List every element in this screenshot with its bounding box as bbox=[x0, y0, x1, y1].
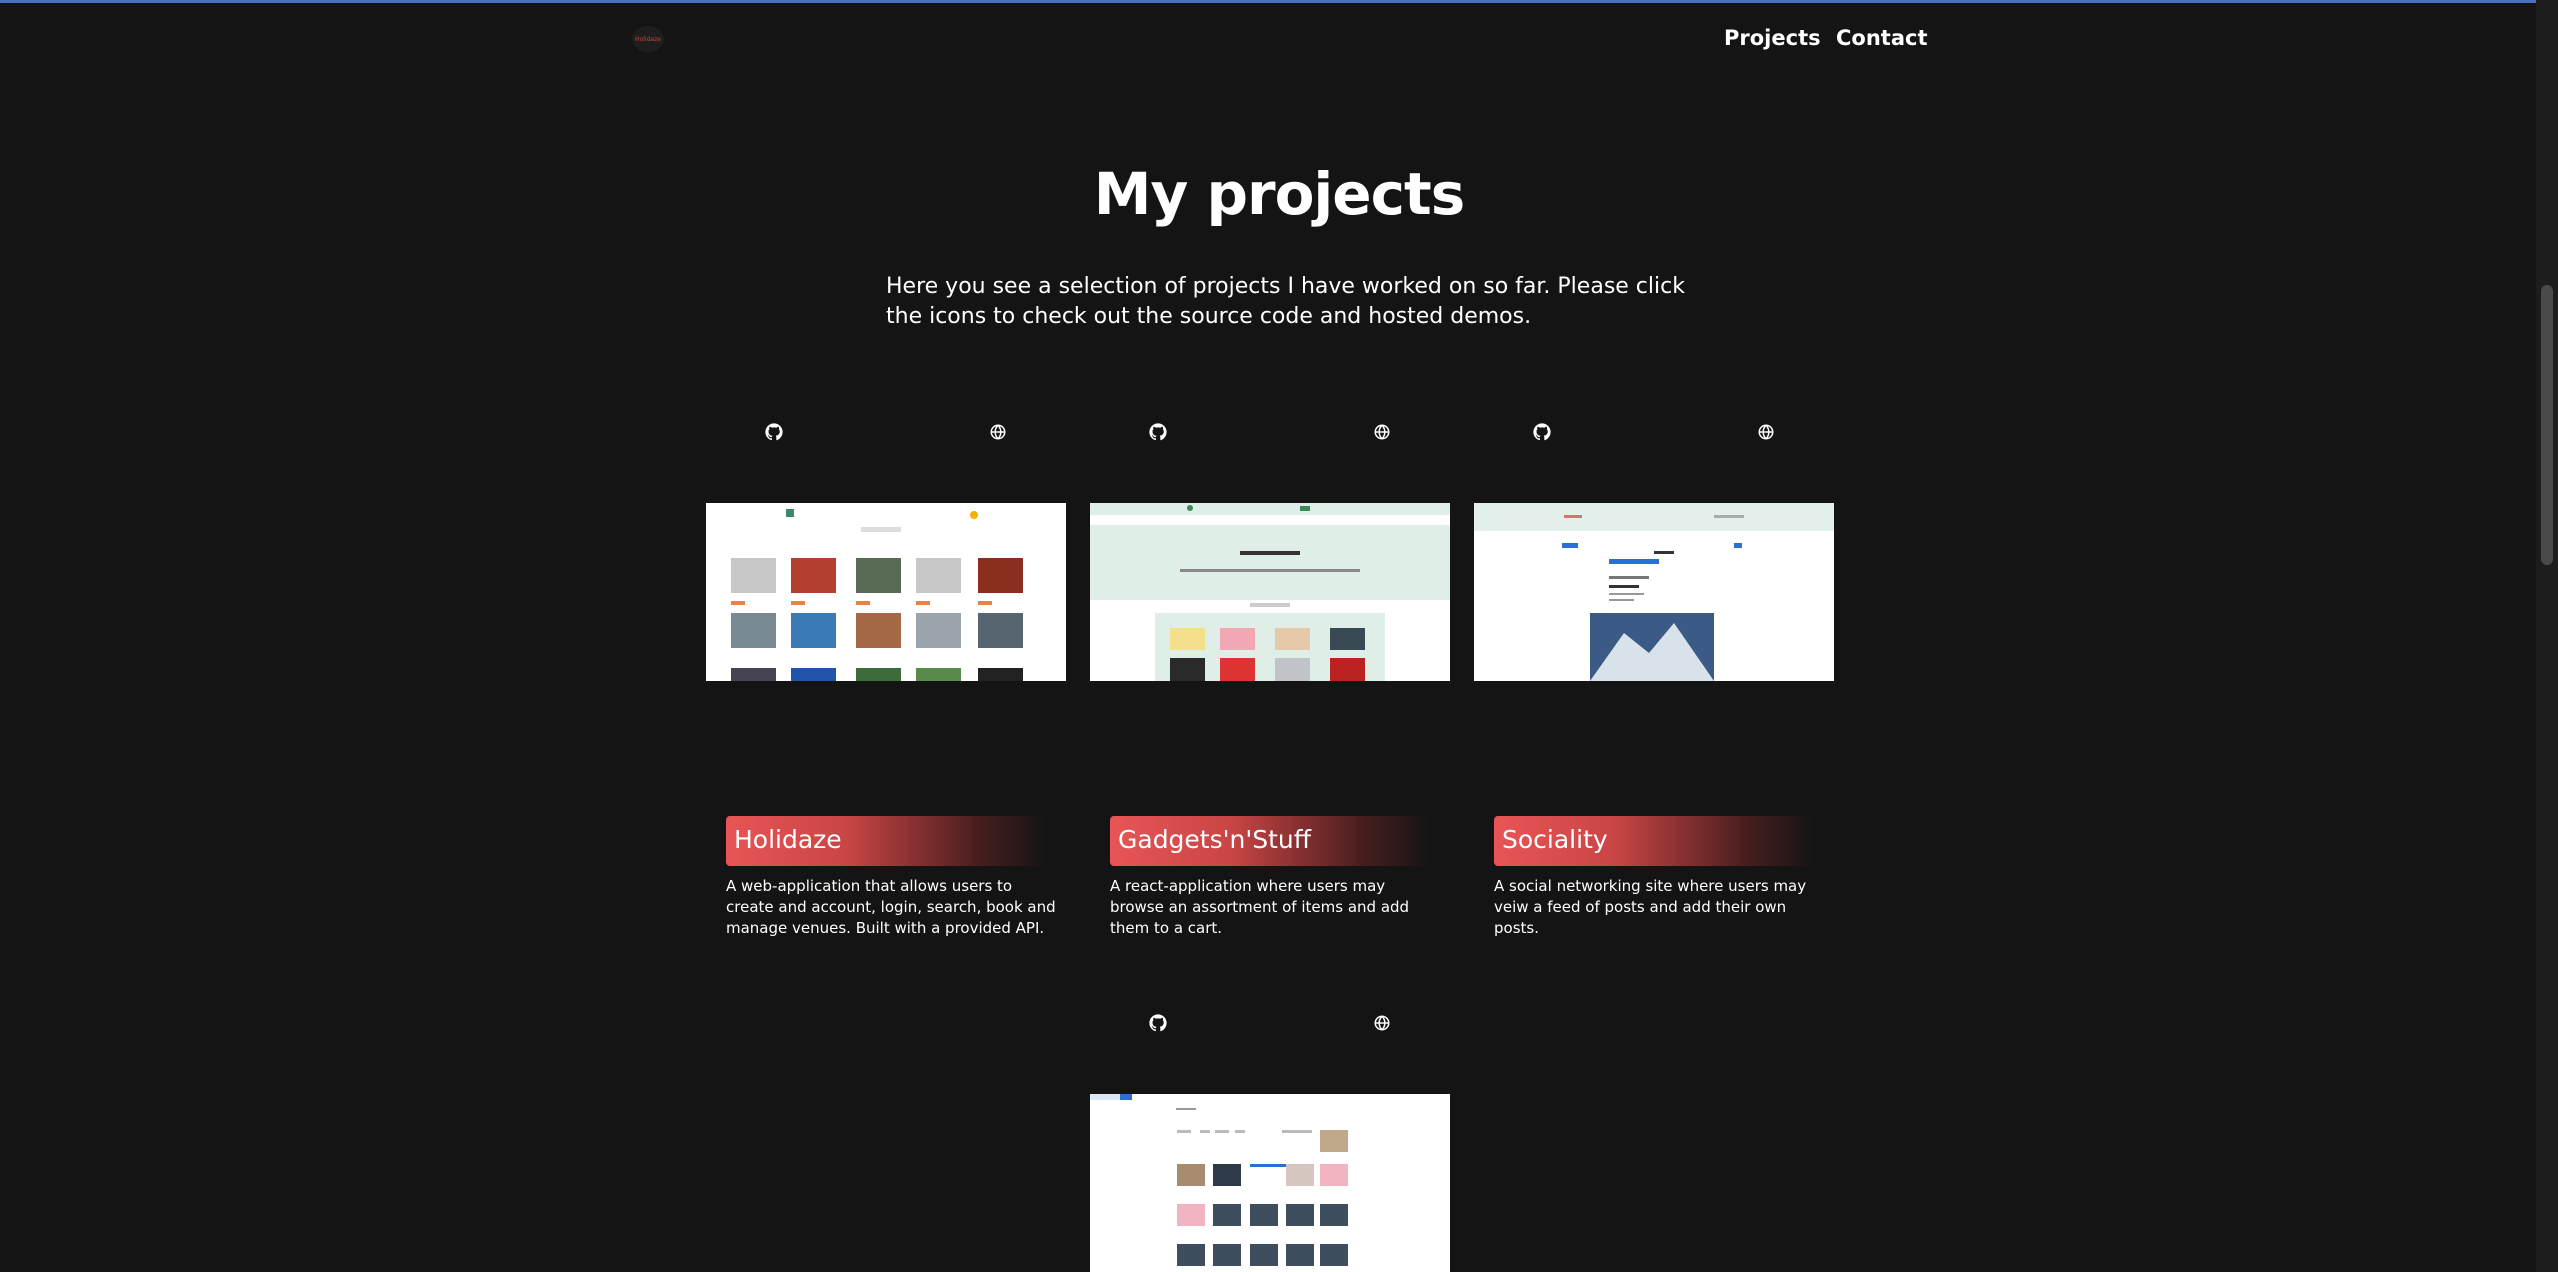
globe-icon[interactable] bbox=[1373, 423, 1391, 441]
project-title-text: Sociality bbox=[1502, 825, 1608, 854]
project-title-sociality: Sociality bbox=[1494, 816, 1814, 866]
github-icon[interactable] bbox=[1533, 423, 1551, 441]
page-intro: Here you see a selection of projects I h… bbox=[886, 274, 1685, 329]
gadgets-screenshot bbox=[1090, 503, 1450, 681]
scrollbar-thumb[interactable] bbox=[2541, 285, 2553, 565]
top-border bbox=[0, 0, 2558, 3]
github-icon[interactable] bbox=[1149, 423, 1167, 441]
page-title: My projects bbox=[1093, 160, 1466, 228]
site-logo[interactable]: Holidaze bbox=[632, 26, 664, 52]
project-title-holidaze: Holidaze bbox=[726, 816, 1046, 866]
project-title-gadgets: Gadgets'n'Stuff bbox=[1110, 816, 1430, 866]
nav-projects-link[interactable]: Projects bbox=[1724, 26, 1821, 50]
project-title-text: Holidaze bbox=[734, 825, 842, 854]
project-description-holidaze: A web-application that allows users to c… bbox=[726, 877, 1056, 937]
project-description-sociality: A social networking site where users may… bbox=[1494, 877, 1807, 937]
sociality-screenshot bbox=[1474, 503, 1834, 681]
project-4-screenshot bbox=[1090, 1094, 1450, 1272]
logo-text: Holidaze bbox=[635, 35, 661, 43]
globe-icon[interactable] bbox=[1757, 423, 1775, 441]
globe-icon[interactable] bbox=[1373, 1014, 1391, 1032]
globe-icon[interactable] bbox=[989, 423, 1007, 441]
project-description-gadgets: A react-application where users may brow… bbox=[1110, 877, 1410, 937]
github-icon[interactable] bbox=[765, 423, 783, 441]
project-title-text: Gadgets'n'Stuff bbox=[1118, 825, 1311, 854]
github-icon[interactable] bbox=[1149, 1014, 1167, 1032]
scrollbar-track[interactable] bbox=[2536, 0, 2558, 1272]
nav-contact-link[interactable]: Contact bbox=[1836, 26, 1928, 50]
holidaze-screenshot bbox=[706, 503, 1066, 681]
